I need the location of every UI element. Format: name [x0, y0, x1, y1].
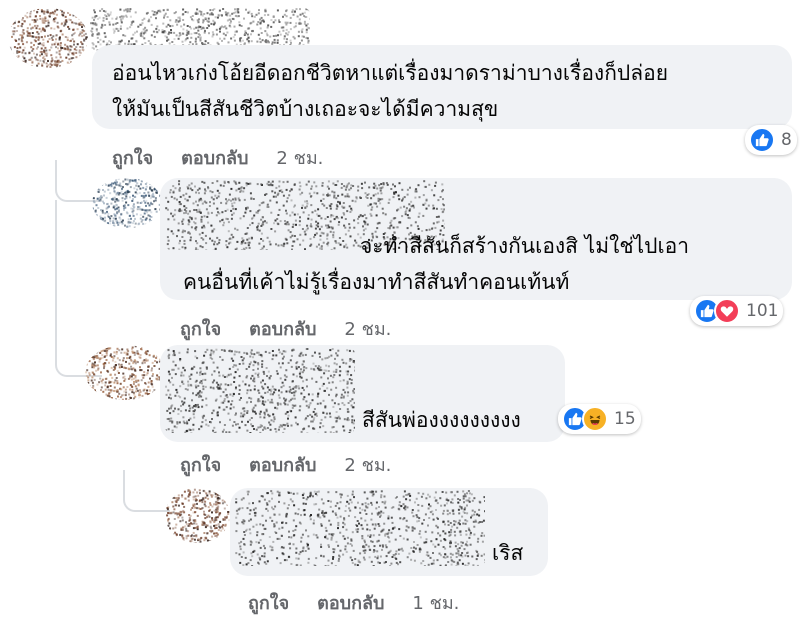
comment-actions: ถูกใจ ตอบกลับ 1 ชม.	[248, 588, 459, 617]
comment-text-line: ให้มันเป็นสีสันชีวิตบ้างเถอะจะได้มีความส…	[112, 97, 499, 121]
avatar[interactable]	[92, 178, 162, 228]
like-button[interactable]: ถูกใจ	[112, 148, 153, 169]
reaction-summary[interactable]: 101	[690, 296, 784, 326]
reaction-summary[interactable]: 8	[745, 125, 797, 155]
comment-text-line: คนอื่นที่เค้าไม่รู้เรื่องมาทำสีสันทำคอนเ…	[183, 270, 570, 294]
avatar[interactable]	[8, 8, 88, 68]
comment-text: เริส	[492, 535, 523, 571]
like-button[interactable]: ถูกใจ	[180, 455, 221, 476]
blurred-avatar-image	[85, 345, 165, 400]
timestamp[interactable]: 2 ชม.	[276, 148, 323, 169]
comment-text-line: จะทำสีสันก็สร้างกันเองสิ ไม่ใช่ไปเอา	[360, 234, 690, 258]
reaction-summary[interactable]: 15	[558, 404, 641, 434]
like-icon	[749, 127, 775, 153]
love-icon	[714, 298, 740, 324]
comment-text: อ่อนไหวเก่งโอ้ยอีดอกชีวิตหาแต่เรื่องมาดร…	[112, 55, 668, 127]
redacted-username	[235, 490, 485, 566]
thread-line	[123, 470, 170, 512]
comment-text-line: สีสันพ่องงงงงงงงง	[362, 408, 521, 432]
comment-text-line: อ่อนไหวเก่งโอ้ยอีดอกชีวิตหาแต่เรื่องมาดร…	[112, 61, 669, 85]
avatar[interactable]	[85, 345, 165, 400]
reply-button[interactable]: ตอบกลับ	[181, 148, 248, 169]
timestamp[interactable]: 2 ชม.	[344, 319, 391, 340]
reaction-count: 101	[746, 301, 779, 321]
comment-text: จะทำสีสันก็สร้างกันเองสิ ไม่ใช่ไปเอา คนอ…	[183, 228, 689, 300]
timestamp[interactable]: 1 ชม.	[412, 593, 459, 614]
comment-text: สีสันพ่องงงงงงงงง	[362, 402, 521, 438]
comment-actions: ถูกใจ ตอบกลับ 2 ชม.	[180, 450, 391, 479]
thread-line	[55, 200, 102, 377]
haha-icon	[582, 406, 608, 432]
reaction-count: 8	[781, 130, 792, 150]
like-button[interactable]: ถูกใจ	[180, 319, 221, 340]
reply-button[interactable]: ตอบกลับ	[249, 455, 316, 476]
blurred-avatar-image	[165, 488, 230, 543]
blurred-avatar-image	[8, 8, 88, 68]
redacted-username	[165, 348, 355, 433]
avatar[interactable]	[165, 488, 230, 543]
comment-actions: ถูกใจ ตอบกลับ 2 ชม.	[112, 143, 323, 172]
comment-actions: ถูกใจ ตอบกลับ 2 ชม.	[180, 314, 391, 343]
reaction-count: 15	[614, 409, 636, 429]
timestamp[interactable]: 2 ชม.	[344, 455, 391, 476]
comment-text-line: เริส	[492, 541, 524, 565]
like-button[interactable]: ถูกใจ	[248, 593, 289, 614]
blurred-avatar-image	[92, 178, 162, 228]
reply-button[interactable]: ตอบกลับ	[249, 319, 316, 340]
reply-button[interactable]: ตอบกลับ	[317, 593, 384, 614]
